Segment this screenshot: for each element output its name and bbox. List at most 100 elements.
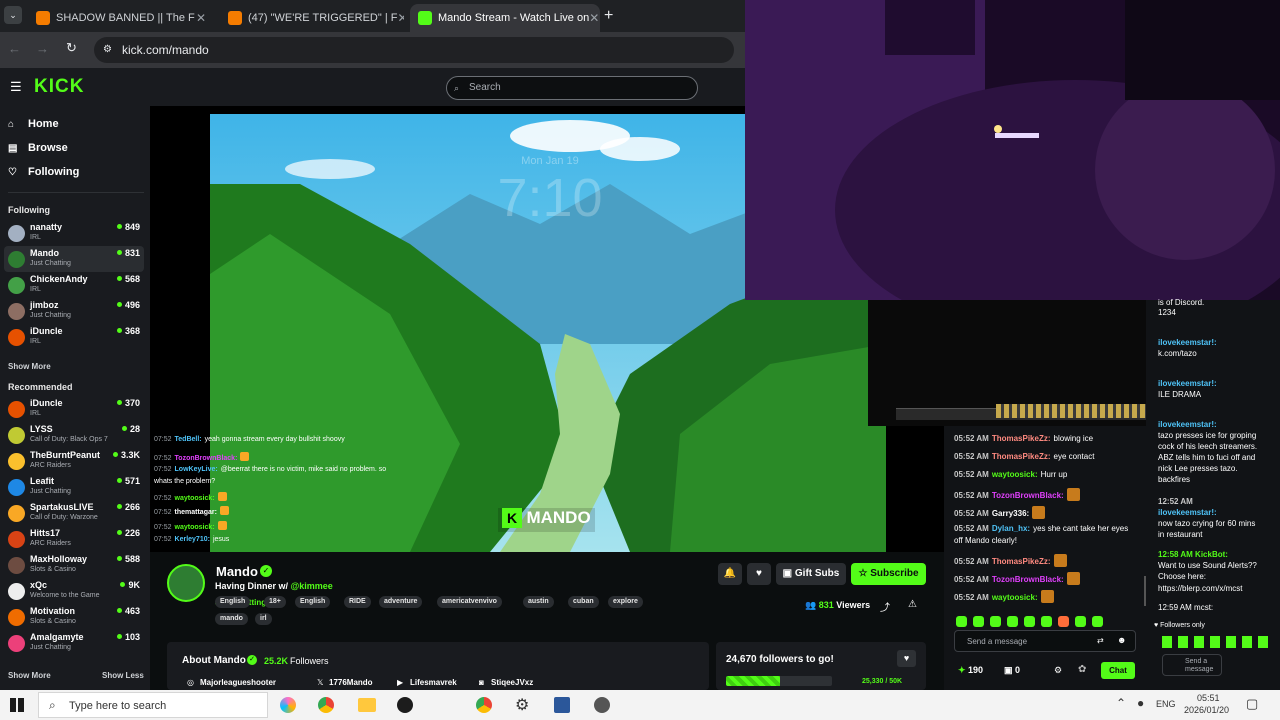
- stream-title-mention[interactable]: @kimmee: [291, 581, 333, 591]
- tag-chip[interactable]: English: [295, 596, 331, 608]
- sidebar-channel[interactable]: iDuncle IRL 370: [4, 396, 144, 422]
- chrome-icon[interactable]: [476, 697, 492, 713]
- chat-username[interactable]: ThomasPikeZz:: [992, 557, 1051, 566]
- menu-icon[interactable]: ☰: [10, 79, 22, 95]
- word-icon[interactable]: [554, 697, 570, 713]
- subscribe-button[interactable]: ☆ Subscribe: [851, 563, 926, 585]
- report-icon[interactable]: ⚠: [908, 599, 917, 610]
- tag-chip[interactable]: cuban: [568, 596, 599, 608]
- clock-date[interactable]: 2026/01/20: [1184, 705, 1229, 715]
- emote-icon[interactable]: [1007, 616, 1018, 627]
- reload-icon[interactable]: ↻: [66, 40, 77, 56]
- url-field[interactable]: ⚙ kick.com/mando: [94, 37, 734, 63]
- tag-chip[interactable]: explore: [608, 596, 643, 608]
- streamer-avatar[interactable]: [167, 564, 205, 602]
- show-more-recommended[interactable]: Show More: [8, 671, 51, 680]
- clock-time[interactable]: 05:51: [1197, 693, 1220, 703]
- tag-chip[interactable]: English: [215, 596, 251, 608]
- close-tab-icon[interactable]: ✕: [397, 11, 404, 25]
- notification-bell-button[interactable]: 🔔: [718, 563, 742, 585]
- share-icon[interactable]: ⤴: [880, 599, 890, 614]
- tag-chip[interactable]: mando: [215, 613, 248, 625]
- goal-heart-button[interactable]: ♥: [897, 650, 916, 667]
- social-link[interactable]: Lifesmavrek: [410, 678, 457, 687]
- emote-icon[interactable]: [990, 616, 1001, 627]
- sidebar-channel[interactable]: Hitts17 ARC Raiders 226: [4, 526, 144, 552]
- close-tab-icon[interactable]: ✕: [196, 11, 206, 25]
- emote-icon[interactable]: [1058, 616, 1069, 627]
- browser-tab[interactable]: SHADOW BANNED || The F ✕: [28, 4, 214, 32]
- chat-username[interactable]: ThomasPikeZz:: [992, 434, 1051, 443]
- notifications-icon[interactable]: ▢: [1246, 696, 1258, 712]
- obs-icon[interactable]: [397, 697, 413, 713]
- copilot-icon[interactable]: [280, 697, 296, 713]
- sidebar-channel[interactable]: jimboz Just Chatting 496: [4, 298, 144, 324]
- chat-username[interactable]: TozonBrownBlack:: [992, 575, 1064, 584]
- close-tab-icon[interactable]: ✕: [589, 11, 599, 25]
- chat-settings-icon[interactable]: ⚙: [1054, 665, 1062, 676]
- emote-icon[interactable]: [973, 616, 984, 627]
- nav-following[interactable]: ♡ Following: [8, 166, 79, 178]
- chat-send-button[interactable]: Chat: [1101, 662, 1135, 679]
- taskbar-search-box[interactable]: ⌕ Type here to search: [38, 692, 268, 718]
- show-less-recommended[interactable]: Show Less: [102, 671, 144, 680]
- file-explorer-icon[interactable]: [358, 698, 376, 712]
- sidebar-channel[interactable]: MaxHolloway Slots & Casino 588: [4, 552, 144, 578]
- emoji-icon[interactable]: ☻: [1117, 635, 1126, 645]
- tag-chip[interactable]: irl: [255, 613, 272, 625]
- chat-username[interactable]: TozonBrownBlack:: [992, 491, 1064, 500]
- sidebar-channel[interactable]: Mando Just Chatting 831: [4, 246, 144, 272]
- kick-logo[interactable]: KICK: [34, 76, 84, 98]
- sidebar-channel[interactable]: xQc Welcome to the Game 9K: [4, 578, 144, 604]
- chat-username[interactable]: waytoosick:: [992, 593, 1038, 602]
- sidebar-channel[interactable]: Amalgamyte Just Chatting 103: [4, 630, 144, 656]
- search-input[interactable]: ⌕ Search: [446, 76, 698, 100]
- sidebar-channel[interactable]: Leafit Just Chatting 571: [4, 474, 144, 500]
- channel-points[interactable]: ✦ 190: [958, 665, 983, 676]
- social-link[interactable]: 1776Mando: [329, 678, 373, 687]
- back-icon[interactable]: ←: [8, 41, 21, 56]
- show-more-following[interactable]: Show More: [8, 362, 51, 371]
- sidebar-channel[interactable]: ChickenAndy IRL 568: [4, 272, 144, 298]
- sidebar-channel[interactable]: TheBurntPeanut ARC Raiders 3.3K: [4, 448, 144, 474]
- settings-icon[interactable]: ⚙: [515, 695, 529, 715]
- tag-chip[interactable]: RIDE: [344, 596, 371, 608]
- emote-icon[interactable]: [956, 616, 967, 627]
- sidebar-channel[interactable]: Motivation Slots & Casino 463: [4, 604, 144, 630]
- emote-icon[interactable]: [1075, 616, 1086, 627]
- forward-icon[interactable]: →: [36, 41, 49, 56]
- chat-username[interactable]: Dylan_hx:: [992, 524, 1030, 533]
- chat-username[interactable]: Garry336:: [992, 509, 1029, 518]
- tag-chip[interactable]: austin: [523, 596, 554, 608]
- new-tab-icon[interactable]: +: [604, 7, 613, 25]
- show-hidden-icons-icon[interactable]: ⌃: [1116, 696, 1126, 710]
- chrome-icon[interactable]: [318, 697, 334, 713]
- microphone-icon[interactable]: ●: [1137, 696, 1144, 710]
- emote-icon[interactable]: [1024, 616, 1035, 627]
- tag-chip[interactable]: adventure: [379, 596, 423, 608]
- nav-home[interactable]: ⌂ Home: [8, 118, 59, 130]
- chat-username[interactable]: waytoosick:: [992, 470, 1038, 479]
- social-link[interactable]: StiqeeJVxz: [491, 678, 533, 687]
- sidebar-channel[interactable]: SpartakusLIVE Call of Duty: Warzone 266: [4, 500, 144, 526]
- sidebar-channel[interactable]: LYSS Call of Duty: Black Ops 7 28: [4, 422, 144, 448]
- chat-commands-icon[interactable]: ⇄: [1097, 636, 1104, 645]
- site-info-icon[interactable]: ⚙: [103, 37, 112, 63]
- nav-browse[interactable]: ▤ Browse: [8, 142, 68, 154]
- tag-chip[interactable]: 18+: [264, 596, 286, 608]
- sidebar-channel[interactable]: iDuncle IRL 368: [4, 324, 144, 350]
- follow-heart-button[interactable]: ♥: [747, 563, 771, 585]
- emote-icon[interactable]: [1041, 616, 1052, 627]
- chat-stat[interactable]: ▣ 0: [1004, 665, 1020, 676]
- chat-input[interactable]: Send a message ⇄ ☻: [954, 630, 1136, 652]
- browser-tab[interactable]: (47) "WE'RE TRIGGERED" | F ✕: [220, 4, 404, 32]
- gift-subs-button[interactable]: ▣ Gift Subs: [776, 563, 846, 585]
- chat-tools-icon[interactable]: ✿: [1078, 664, 1086, 675]
- tag-chip[interactable]: americatvenvivo: [437, 596, 502, 608]
- browser-tab-active[interactable]: Mando Stream - Watch Live on ✕: [410, 4, 600, 32]
- streamer-name[interactable]: Mando: [216, 564, 258, 579]
- sidebar-channel[interactable]: nanatty IRL 849: [4, 220, 144, 246]
- emote-icon[interactable]: [1092, 616, 1103, 627]
- social-link[interactable]: Majorleagueshooter: [200, 678, 276, 687]
- windows-start-icon[interactable]: [10, 698, 24, 712]
